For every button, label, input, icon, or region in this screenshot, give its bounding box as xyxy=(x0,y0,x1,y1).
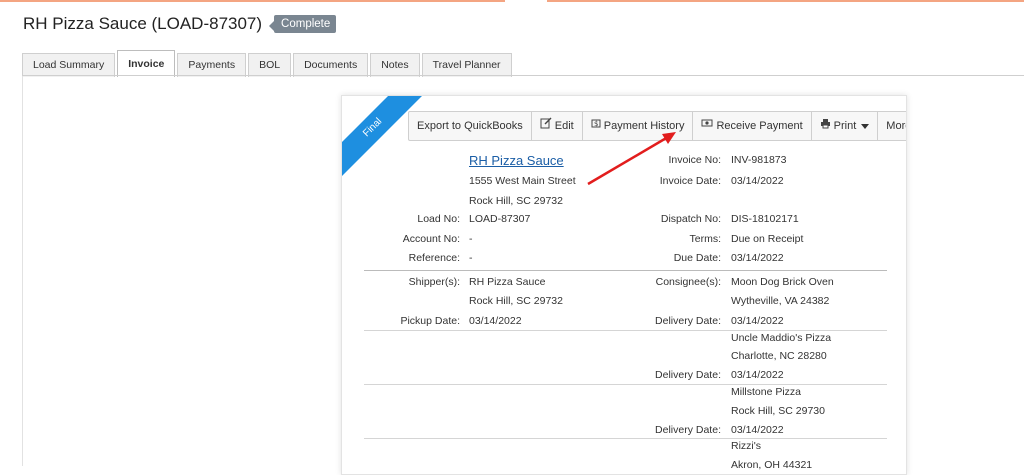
row-divider xyxy=(364,330,887,331)
dispatch-no-label: Dispatch No: xyxy=(660,213,721,225)
pickup-date-value: 03/14/2022 xyxy=(469,315,522,327)
content-left-border xyxy=(22,76,23,466)
due-date-label: Due Date: xyxy=(673,252,721,264)
print-label: Print xyxy=(833,120,857,132)
page-header: RH Pizza Sauce (LOAD-87307) Complete xyxy=(23,14,337,34)
tab-divider xyxy=(22,75,1024,76)
consignee-name: Moon Dog Brick Oven xyxy=(731,276,834,288)
export-quickbooks-button[interactable]: Export to QuickBooks xyxy=(409,112,532,140)
money-icon xyxy=(701,112,713,140)
payment-history-label: Payment History xyxy=(603,120,685,132)
pickup-date-label: Pickup Date: xyxy=(400,315,460,327)
account-no-value: - xyxy=(469,233,473,245)
chevron-down-icon xyxy=(861,123,870,129)
load-no-value: LOAD-87307 xyxy=(469,213,531,225)
svg-text:$: $ xyxy=(594,120,598,128)
consignee-name: Rizzi's xyxy=(731,440,762,452)
more-button[interactable]: More xyxy=(878,112,906,140)
shipper-label: Shipper(s): xyxy=(408,276,460,288)
reference-label: Reference: xyxy=(408,252,460,264)
consignee-label: Consignee(s): xyxy=(655,276,721,288)
print-icon xyxy=(820,112,831,140)
terms-label: Terms: xyxy=(689,233,722,245)
tab-travel-planner[interactable]: Travel Planner xyxy=(421,53,512,77)
row-divider xyxy=(364,438,887,439)
receive-payment-label: Receive Payment xyxy=(716,120,803,132)
print-button[interactable]: Print xyxy=(812,112,879,140)
more-label: More xyxy=(886,120,906,132)
edit-icon xyxy=(540,112,552,140)
consignee-city: Wytheville, VA 24382 xyxy=(731,295,830,307)
invoice-card: Final Export to QuickBooks Edit $ Paymen… xyxy=(341,95,907,475)
tab-bar: Load Summary Invoice Payments BOL Docume… xyxy=(22,50,514,77)
consignee-city: Charlotte, NC 28280 xyxy=(731,350,827,362)
delivery-date-value: 03/14/2022 xyxy=(731,315,784,327)
terms-value: Due on Receipt xyxy=(731,233,804,245)
consignee-city: Rock Hill, SC 29730 xyxy=(731,405,825,417)
export-label: Export to QuickBooks xyxy=(417,120,523,132)
due-date-value: 03/14/2022 xyxy=(731,252,784,264)
dispatch-no-value: DIS-18102171 xyxy=(731,213,799,225)
bill-to-address1: 1555 West Main Street xyxy=(469,175,576,187)
invoice-date-value: 03/14/2022 xyxy=(731,175,784,187)
section-divider xyxy=(364,270,887,271)
bill-to-address2: Rock Hill, SC 29732 xyxy=(469,195,563,207)
shipper-name: RH Pizza Sauce xyxy=(469,276,546,288)
consignee-city: Akron, OH 44321 xyxy=(731,459,813,471)
row-divider xyxy=(364,384,887,385)
top-accent-line xyxy=(0,0,1024,2)
tab-documents[interactable]: Documents xyxy=(293,53,369,77)
invoice-no-value: INV-981873 xyxy=(731,154,787,166)
tab-bol[interactable]: BOL xyxy=(248,53,292,77)
consignee-name: Uncle Maddio's Pizza xyxy=(731,332,832,344)
delivery-date-label: Delivery Date: xyxy=(655,315,721,327)
reference-value: - xyxy=(469,252,473,264)
status-badge: Complete xyxy=(269,15,337,33)
money-stack-icon: $ xyxy=(591,112,601,140)
receive-payment-button[interactable]: Receive Payment xyxy=(693,112,812,140)
tab-payments[interactable]: Payments xyxy=(177,53,247,77)
tab-notes[interactable]: Notes xyxy=(370,53,420,77)
delivery-date-value: 03/14/2022 xyxy=(731,424,784,436)
delivery-date-label: Delivery Date: xyxy=(655,424,721,436)
consignee-name: Millstone Pizza xyxy=(731,386,802,398)
delivery-date-value: 03/14/2022 xyxy=(731,369,784,381)
tab-invoice[interactable]: Invoice xyxy=(117,50,176,77)
load-no-label: Load No: xyxy=(417,213,460,225)
invoice-no-label: Invoice No: xyxy=(668,154,721,166)
shipper-city: Rock Hill, SC 29732 xyxy=(469,295,563,307)
delivery-date-label: Delivery Date: xyxy=(655,369,721,381)
payment-history-button[interactable]: $ Payment History xyxy=(583,112,694,140)
page-title: RH Pizza Sauce (LOAD-87307) xyxy=(23,14,263,33)
edit-button[interactable]: Edit xyxy=(532,112,583,140)
invoice-date-label: Invoice Date: xyxy=(659,175,721,187)
account-no-label: Account No: xyxy=(402,233,460,245)
edit-label: Edit xyxy=(554,120,574,132)
bill-to-company-link[interactable]: RH Pizza Sauce xyxy=(469,153,564,168)
invoice-toolbar: Export to QuickBooks Edit $ Payment Hist… xyxy=(408,111,906,141)
tab-load-summary[interactable]: Load Summary xyxy=(22,53,116,77)
